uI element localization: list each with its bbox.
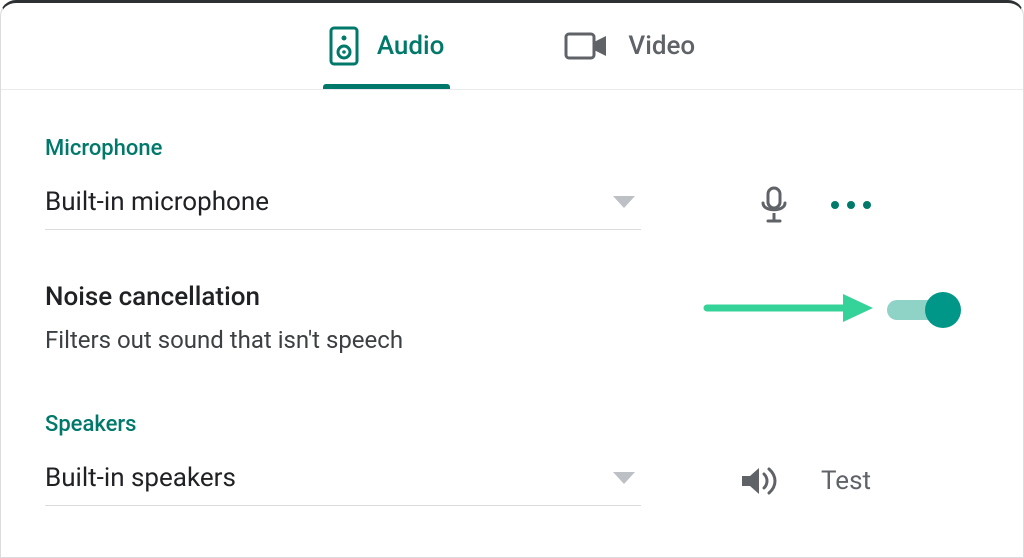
tab-video[interactable]: Video [564,3,695,89]
microphone-icon[interactable] [759,186,789,224]
settings-panel: Audio Video Microphone Built-in micropho… [0,0,1024,558]
test-speakers-button[interactable]: Test [821,466,871,496]
noise-cancellation-row: Noise cancellation Filters out sound tha… [45,282,979,354]
more-options-icon[interactable] [831,201,871,209]
tab-strip: Audio Video [1,3,1023,90]
speakers-selected-value: Built-in speakers [45,463,236,493]
microphone-section-title: Microphone [45,136,979,161]
tab-audio-label: Audio [377,31,445,61]
speakers-section-title: Speakers [45,412,979,437]
speaker-icon [329,26,359,66]
noise-cancellation-description: Filters out sound that isn't speech [45,326,685,354]
annotation-arrow-icon [703,288,873,332]
microphone-section: Microphone Built-in microphone [45,136,979,230]
noise-cancellation-title: Noise cancellation [45,282,685,312]
camera-icon [564,30,610,62]
tab-audio[interactable]: Audio [329,3,445,89]
volume-icon [739,464,779,498]
chevron-down-icon [613,472,635,484]
speakers-select[interactable]: Built-in speakers [45,455,641,506]
audio-settings-content: Microphone Built-in microphone [1,90,1023,506]
speakers-section: Speakers Built-in speakers Test [45,412,979,506]
microphone-select[interactable]: Built-in microphone [45,179,641,230]
chevron-down-icon [613,196,635,208]
microphone-selected-value: Built-in microphone [45,187,269,217]
tab-video-label: Video [628,31,695,61]
noise-cancellation-toggle[interactable] [887,290,961,330]
